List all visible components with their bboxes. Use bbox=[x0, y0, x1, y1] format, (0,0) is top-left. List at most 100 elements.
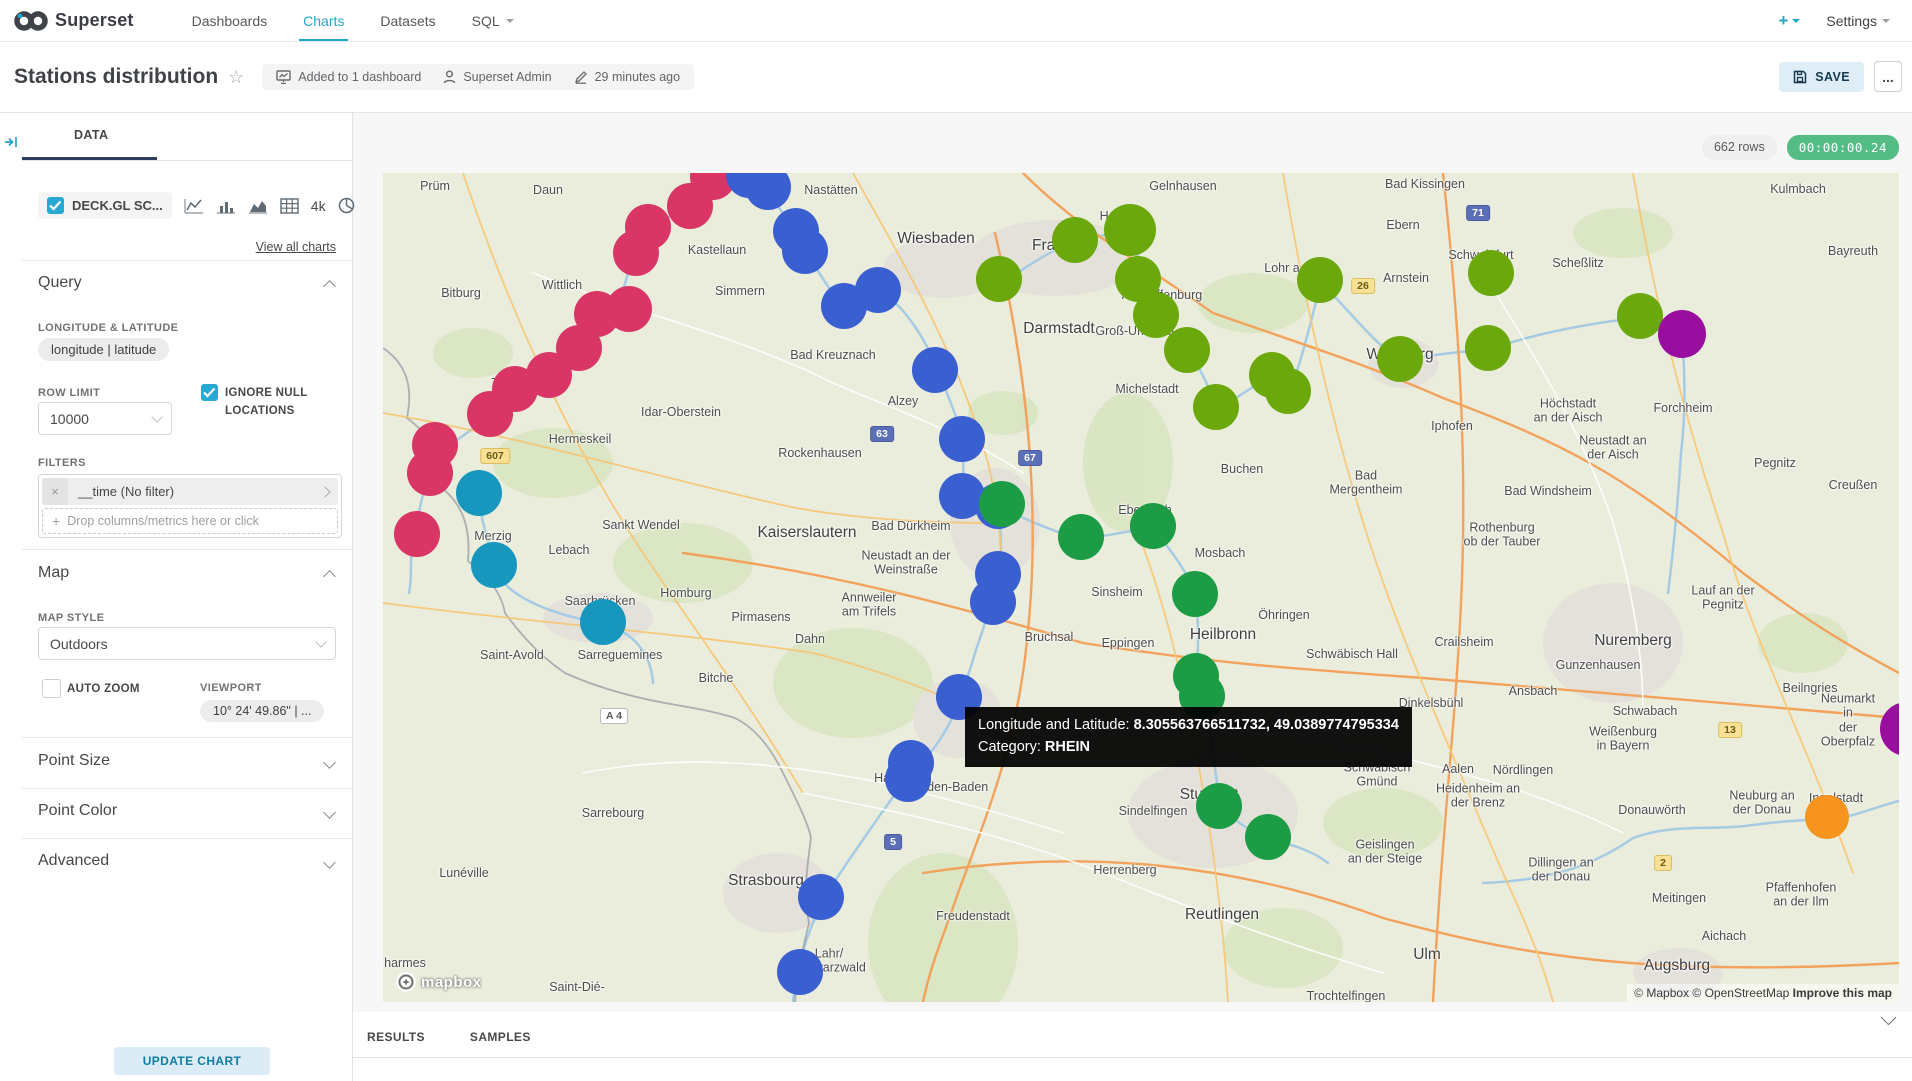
settings-label: Settings bbox=[1826, 13, 1877, 29]
map-point-cyan[interactable] bbox=[456, 470, 502, 516]
map-point-green[interactable] bbox=[1179, 673, 1225, 719]
favorite-star-icon[interactable]: ☆ bbox=[228, 67, 244, 88]
row-limit-select[interactable]: 10000 bbox=[38, 402, 172, 435]
remove-filter-icon[interactable]: × bbox=[42, 478, 68, 505]
bar-chart-icon[interactable] bbox=[216, 198, 236, 214]
map-point-pink[interactable] bbox=[467, 391, 513, 437]
map-point-green[interactable] bbox=[1130, 503, 1176, 549]
nav-item-datasets[interactable]: Datasets bbox=[362, 0, 453, 41]
section-map-title[interactable]: Map bbox=[38, 564, 69, 582]
collapse-panel-icon[interactable] bbox=[3, 134, 19, 155]
superset-explore-app: Superset Dashboards Charts Datasets SQL … bbox=[0, 0, 1912, 1081]
user-icon bbox=[443, 70, 456, 84]
map-point-blue[interactable] bbox=[782, 228, 828, 274]
improve-map-link[interactable]: Improve this map bbox=[1793, 986, 1892, 1000]
nav-item-dashboards[interactable]: Dashboards bbox=[174, 0, 286, 41]
map-point-yellow-green[interactable] bbox=[1104, 204, 1156, 256]
map-point-blue[interactable] bbox=[855, 267, 901, 313]
map-point-blue[interactable] bbox=[885, 756, 931, 802]
tab-samples[interactable]: SAMPLES bbox=[470, 1030, 531, 1044]
map-point-orange[interactable] bbox=[1805, 795, 1849, 839]
update-chart-button[interactable]: UPDATE CHART bbox=[114, 1047, 270, 1075]
query-status: 662 rows 00:00:00.24 bbox=[1702, 135, 1899, 160]
section-point-size-title[interactable]: Point Size bbox=[38, 752, 110, 770]
chevron-down-icon[interactable] bbox=[323, 756, 336, 769]
nav-item-sql[interactable]: SQL bbox=[454, 0, 532, 41]
auto-zoom-label: AUTO ZOOM bbox=[67, 680, 187, 698]
map-point-blue[interactable] bbox=[777, 949, 823, 995]
map-style-label: MAP STYLE bbox=[38, 612, 104, 624]
results-panel: RESULTS SAMPLES bbox=[352, 1012, 1912, 1081]
auto-zoom-checkbox[interactable] bbox=[42, 679, 61, 698]
attribution-mapbox[interactable]: © Mapbox bbox=[1634, 986, 1689, 1000]
chevron-down-icon bbox=[1792, 19, 1800, 23]
chevron-up-icon[interactable] bbox=[323, 570, 336, 583]
map-point-cyan[interactable] bbox=[471, 542, 517, 588]
map-point-pink[interactable] bbox=[613, 230, 659, 276]
map-point-yellow-green[interactable] bbox=[1465, 325, 1511, 371]
pie-chart-icon[interactable] bbox=[338, 197, 355, 214]
new-item-button[interactable]: + bbox=[1778, 11, 1800, 31]
nav-menu: Dashboards Charts Datasets SQL bbox=[174, 0, 532, 41]
map-point-green[interactable] bbox=[1196, 783, 1242, 829]
deckgl-map[interactable]: PrümDaunNastättenGelnhausenBad Kissingen… bbox=[383, 173, 1899, 1002]
more-options-button[interactable]: ... bbox=[1874, 61, 1902, 92]
map-point-green[interactable] bbox=[979, 481, 1025, 527]
map-point-green[interactable] bbox=[1172, 571, 1218, 617]
tab-results[interactable]: RESULTS bbox=[367, 1030, 425, 1044]
settings-menu[interactable]: Settings bbox=[1826, 13, 1890, 29]
divider bbox=[22, 737, 352, 738]
map-point-blue[interactable] bbox=[970, 579, 1016, 625]
tab-data[interactable]: DATA bbox=[74, 128, 108, 142]
map-point-yellow-green[interactable] bbox=[1617, 293, 1663, 339]
mapbox-logo[interactable]: mapbox bbox=[395, 971, 482, 993]
chevron-down-icon bbox=[1882, 19, 1890, 23]
filters-label: FILTERS bbox=[38, 457, 86, 469]
map-point-pink[interactable] bbox=[667, 183, 713, 229]
table-icon[interactable] bbox=[280, 198, 299, 214]
map-point-purple[interactable] bbox=[1658, 310, 1706, 358]
area-chart-icon[interactable] bbox=[248, 198, 268, 214]
map-point-yellow-green[interactable] bbox=[1297, 257, 1343, 303]
map-point-yellow-green[interactable] bbox=[1265, 368, 1311, 414]
line-chart-icon[interactable] bbox=[184, 198, 204, 214]
map-point-cyan[interactable] bbox=[580, 599, 626, 645]
map-point-blue[interactable] bbox=[939, 416, 985, 462]
filter-item-time[interactable]: × __time (No filter) bbox=[42, 478, 338, 505]
map-point-blue[interactable] bbox=[936, 674, 982, 720]
owner-badge[interactable]: Superset Admin bbox=[443, 70, 551, 84]
map-point-yellow-green[interactable] bbox=[1377, 336, 1423, 382]
map-style-select[interactable]: Outdoors bbox=[38, 627, 336, 660]
map-point-yellow-green[interactable] bbox=[1193, 384, 1239, 430]
map-point-yellow-green[interactable] bbox=[1164, 327, 1210, 373]
map-point-pink[interactable] bbox=[407, 450, 453, 496]
collapse-results-chevron-icon[interactable] bbox=[1881, 1010, 1897, 1026]
chevron-down-icon[interactable] bbox=[323, 856, 336, 869]
last-modified-badge[interactable]: 29 minutes ago bbox=[574, 70, 680, 84]
filter-drop-zone[interactable]: + Drop columns/metrics here or click bbox=[42, 508, 338, 534]
attribution-osm[interactable]: © OpenStreetMap bbox=[1692, 986, 1789, 1000]
chevron-up-icon[interactable] bbox=[323, 280, 336, 293]
dashboard-count-badge[interactable]: Added to 1 dashboard bbox=[276, 70, 421, 84]
section-query-title[interactable]: Query bbox=[38, 274, 82, 292]
viz-alt-4k[interactable]: 4k bbox=[311, 198, 326, 214]
map-point-yellow-green[interactable] bbox=[976, 256, 1022, 302]
nav-item-charts[interactable]: Charts bbox=[285, 0, 362, 41]
chevron-down-icon[interactable] bbox=[323, 806, 336, 819]
lonlat-value-pill[interactable]: longitude | latitude bbox=[38, 338, 169, 361]
view-all-charts-link[interactable]: View all charts bbox=[256, 240, 336, 254]
map-point-green[interactable] bbox=[1245, 814, 1291, 860]
map-point-pink[interactable] bbox=[394, 511, 440, 557]
map-point-blue[interactable] bbox=[798, 874, 844, 920]
section-advanced-title[interactable]: Advanced bbox=[38, 852, 109, 870]
save-button[interactable]: SAVE bbox=[1779, 62, 1864, 92]
viz-type-selected[interactable]: DECK.GL SC... bbox=[38, 192, 172, 219]
superset-logo[interactable]: Superset bbox=[14, 10, 134, 32]
section-point-color-title[interactable]: Point Color bbox=[38, 802, 117, 820]
map-point-yellow-green[interactable] bbox=[1468, 250, 1514, 296]
viewport-value-pill[interactable]: 10° 24' 49.86" | ... bbox=[200, 700, 324, 722]
map-point-blue[interactable] bbox=[912, 347, 958, 393]
ignore-null-checkbox[interactable] bbox=[201, 384, 218, 401]
map-point-green[interactable] bbox=[1058, 514, 1104, 560]
map-point-yellow-green[interactable] bbox=[1052, 217, 1098, 263]
